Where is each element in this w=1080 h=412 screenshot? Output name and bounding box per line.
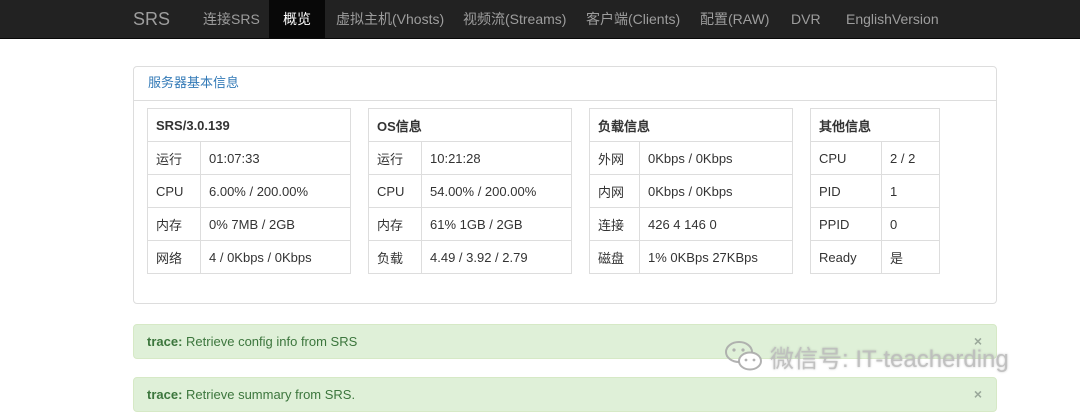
row-value: 4 / 0Kbps / 0Kbps bbox=[200, 240, 351, 274]
row-value: 01:07:33 bbox=[200, 141, 351, 175]
table-row: 网络 4 / 0Kbps / 0Kbps bbox=[147, 240, 351, 274]
row-key: 网络 bbox=[147, 240, 201, 274]
row-value: 1% 0KBps 27KBps bbox=[639, 240, 793, 274]
close-icon[interactable]: × bbox=[974, 378, 982, 411]
row-value: 6.00% / 200.00% bbox=[200, 174, 351, 208]
row-key: Ready bbox=[810, 240, 882, 274]
alert-prefix: trace: bbox=[147, 387, 183, 402]
table-row: 磁盘 1% 0KBps 27KBps bbox=[589, 240, 793, 274]
nav-streams[interactable]: 视频流(Streams) bbox=[449, 0, 580, 38]
row-key: 内网 bbox=[589, 174, 640, 208]
row-value: 10:21:28 bbox=[421, 141, 572, 175]
panel-title: 服务器基本信息 bbox=[134, 67, 996, 101]
row-key: CPU bbox=[368, 174, 422, 208]
row-key: PID bbox=[810, 174, 882, 208]
row-value: 0 bbox=[881, 207, 940, 241]
watermark-text: 微信号: IT-teacherding bbox=[770, 345, 1009, 373]
row-key: 运行 bbox=[147, 141, 201, 175]
table-title: 负载信息 bbox=[589, 108, 793, 142]
row-key: 运行 bbox=[368, 141, 422, 175]
table-row: 内网 0Kbps / 0Kbps bbox=[589, 174, 793, 208]
table-title: OS信息 bbox=[368, 108, 572, 142]
row-key: PPID bbox=[810, 207, 882, 241]
row-key: 内存 bbox=[368, 207, 422, 241]
nav-config-raw[interactable]: 配置(RAW) bbox=[686, 0, 783, 38]
trace-alert-summary: trace: Retrieve summary from SRS. × bbox=[133, 377, 997, 412]
row-value: 61% 1GB / 2GB bbox=[421, 207, 572, 241]
table-row: 负载 4.49 / 3.92 / 2.79 bbox=[368, 240, 572, 274]
watermark: 微信号: IT-teacherding bbox=[724, 336, 1009, 376]
row-key: CPU bbox=[810, 141, 882, 175]
nav-connect[interactable]: 连接SRS bbox=[189, 0, 274, 38]
top-navbar: SRS 连接SRS 概览 虚拟主机(Vhosts) 视频流(Streams) 客… bbox=[0, 0, 1080, 39]
nav-english-version[interactable]: EnglishVersion bbox=[832, 0, 953, 38]
row-value: 2 / 2 bbox=[881, 141, 940, 175]
table-row: PPID 0 bbox=[810, 207, 940, 241]
table-row: 内存 0% 7MB / 2GB bbox=[147, 207, 351, 241]
row-value: 54.00% / 200.00% bbox=[421, 174, 572, 208]
table-title: 其他信息 bbox=[810, 108, 940, 142]
os-info-table: OS信息 运行 10:21:28 CPU 54.00% / 200.00% 内存 61… bbox=[368, 108, 572, 274]
row-key: 磁盘 bbox=[589, 240, 640, 274]
table-row: 连接 426 4 146 0 bbox=[589, 207, 793, 241]
alert-message: Retrieve config info from SRS bbox=[186, 334, 358, 349]
row-value: 0Kbps / 0Kbps bbox=[639, 141, 793, 175]
row-value: 0Kbps / 0Kbps bbox=[639, 174, 793, 208]
row-key: CPU bbox=[147, 174, 201, 208]
row-key: 连接 bbox=[589, 207, 640, 241]
table-row: 运行 10:21:28 bbox=[368, 141, 572, 175]
other-info-table: 其他信息 CPU 2 / 2 PID 1 PPID 0 Ready 是 bbox=[810, 108, 940, 274]
nav-overview[interactable]: 概览 bbox=[269, 0, 325, 38]
nav-vhosts[interactable]: 虚拟主机(Vhosts) bbox=[322, 0, 458, 38]
wechat-icon bbox=[725, 341, 762, 371]
table-row: PID 1 bbox=[810, 174, 940, 208]
row-key: 外网 bbox=[589, 141, 640, 175]
table-row: CPU 2 / 2 bbox=[810, 141, 940, 175]
alert-message: Retrieve summary from SRS. bbox=[186, 387, 356, 402]
table-title: SRS/3.0.139 bbox=[147, 108, 351, 142]
row-value: 是 bbox=[881, 240, 940, 274]
brand-logo[interactable]: SRS bbox=[133, 0, 170, 38]
table-row: 运行 01:07:33 bbox=[147, 141, 351, 175]
table-row: 外网 0Kbps / 0Kbps bbox=[589, 141, 793, 175]
row-key: 内存 bbox=[147, 207, 201, 241]
srs-info-table: SRS/3.0.139 运行 01:07:33 CPU 6.00% / 200.00… bbox=[147, 108, 351, 274]
alert-prefix: trace: bbox=[147, 334, 183, 349]
row-value: 0% 7MB / 2GB bbox=[200, 207, 351, 241]
table-row: CPU 6.00% / 200.00% bbox=[147, 174, 351, 208]
nav-dvr[interactable]: DVR bbox=[777, 0, 835, 38]
row-key: 负载 bbox=[368, 240, 422, 274]
table-row: Ready 是 bbox=[810, 240, 940, 274]
row-value: 1 bbox=[881, 174, 940, 208]
nav-clients[interactable]: 客户端(Clients) bbox=[572, 0, 694, 38]
table-row: 内存 61% 1GB / 2GB bbox=[368, 207, 572, 241]
row-value: 426 4 146 0 bbox=[639, 207, 793, 241]
table-row: CPU 54.00% / 200.00% bbox=[368, 174, 572, 208]
row-value: 4.49 / 3.92 / 2.79 bbox=[421, 240, 572, 274]
load-info-table: 负载信息 外网 0Kbps / 0Kbps 内网 0Kbps / 0Kbps 连接 4… bbox=[589, 108, 793, 274]
